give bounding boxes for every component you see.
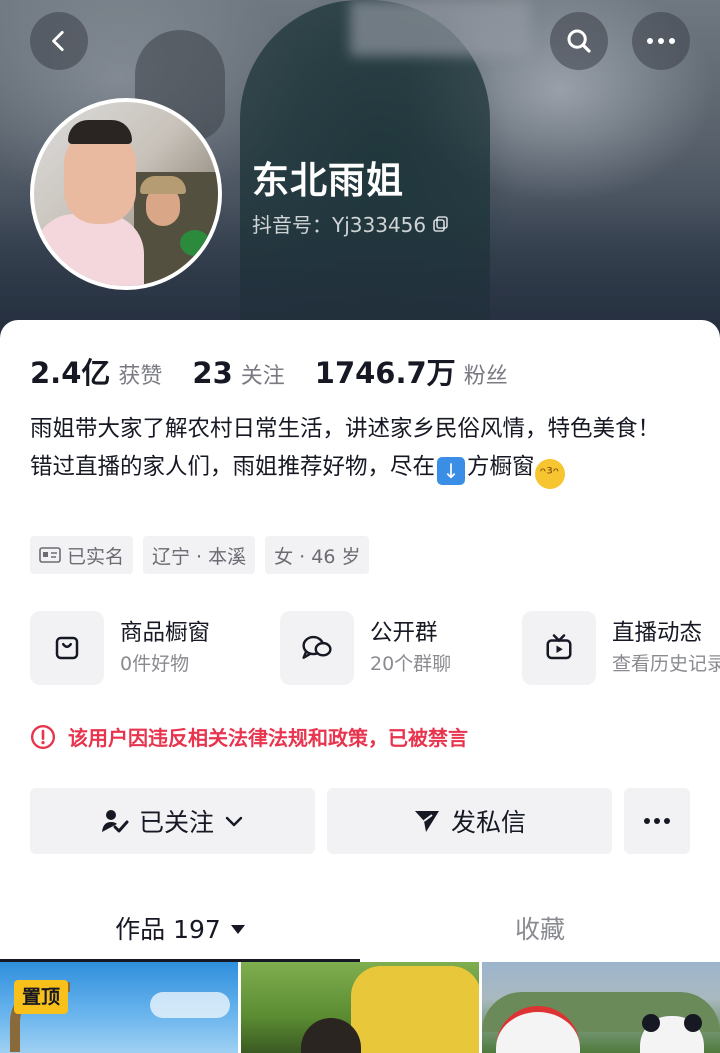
tab-favorites[interactable]: 收藏: [360, 896, 720, 960]
stat-following-label: 关注: [240, 364, 285, 389]
following-button[interactable]: 已关注: [30, 788, 315, 854]
stats-row: 2.4亿 获赞 23 关注 1746.7万 粉丝: [30, 350, 538, 392]
more-dots-icon: [647, 38, 675, 44]
shortcut-group-subtitle: 20个群聊: [370, 653, 452, 675]
shortcut-live-history[interactable]: 直播动态 查看历史记录: [522, 610, 720, 686]
stat-followers[interactable]: 1746.7万 粉丝: [315, 350, 508, 392]
send-message-label: 发私信: [450, 808, 526, 837]
shortcut-row: 商品橱窗 0件好物 公开群 20个群聊 直播动态 查看历史记录: [30, 610, 720, 686]
profile-tags: 已实名 辽宁 · 本溪 女 · 46 岁: [30, 536, 370, 574]
tag-location[interactable]: 辽宁 · 本溪: [143, 536, 256, 574]
tag-gender-age: 女 · 46 岁: [265, 536, 370, 574]
tab-works-label: 作品 197: [115, 915, 221, 944]
warning-circle-icon: [30, 724, 56, 749]
stat-likes-value: 2.4亿: [30, 356, 111, 390]
shopping-bag-icon: [55, 636, 79, 660]
profile-card: 2.4亿 获赞 23 关注 1746.7万 粉丝 雨姐带大家了解农村日常生活，讲…: [0, 320, 720, 1053]
following-button-label: 已关注: [138, 808, 214, 837]
tag-verified-label: 已实名: [67, 545, 125, 568]
pinned-badge: 置顶: [14, 980, 69, 1014]
shortcut-public-group[interactable]: 公开群 20个群聊: [280, 610, 451, 686]
stat-following-value: 23: [192, 356, 233, 390]
video-grid: 置顶: [0, 962, 720, 1053]
stat-following[interactable]: 23 关注: [192, 356, 284, 390]
tab-works[interactable]: 作品 197: [0, 896, 360, 962]
chevron-down-icon: [225, 816, 243, 827]
bio: 雨姐带大家了解农村日常生活，讲述家乡民俗风情，特色美食！ 错过直播的家人们，雨姐…: [30, 410, 690, 489]
more-actions-button[interactable]: [624, 788, 690, 854]
shortcut-live-title: 直播动态: [612, 620, 703, 646]
back-button[interactable]: [30, 12, 88, 70]
tag-location-label: 辽宁 · 本溪: [152, 545, 247, 568]
shortcut-shop-window[interactable]: 商品橱窗 0件好物: [30, 610, 210, 686]
action-buttons: 已关注 发私信: [30, 788, 690, 854]
send-message-button[interactable]: 发私信: [327, 788, 612, 854]
paper-plane-icon: [414, 811, 439, 832]
search-icon: [567, 29, 591, 53]
bio-line-2: 错过直播的家人们，雨姐推荐好物，尽在 ↓ 方橱窗 ᵔ³ᵔ: [30, 448, 690, 489]
caret-down-icon: [230, 924, 245, 934]
content-tabs: 作品 197 收藏: [0, 896, 720, 962]
video-thumbnail[interactable]: [482, 962, 720, 1053]
bio-line-1: 雨姐带大家了解农村日常生活，讲述家乡民俗风情，特色美食！: [30, 416, 661, 442]
nickname: 东北雨姐: [252, 159, 404, 202]
more-dots-icon: [644, 818, 670, 824]
tag-gender-age-label: 女 · 46 岁: [274, 545, 361, 568]
stat-likes: 2.4亿 获赞: [30, 350, 162, 392]
tag-verified[interactable]: 已实名: [30, 536, 134, 574]
down-arrow-emoji-icon: ↓: [437, 457, 466, 485]
stat-followers-label: 粉丝: [463, 364, 508, 389]
chevron-left-icon: [52, 30, 64, 52]
more-options-button[interactable]: [632, 12, 690, 70]
kiss-emoji-icon: ᵔ³ᵔ: [534, 459, 565, 489]
ban-warning-text: 该用户因违反相关法律法规和政策，已被禁言: [68, 726, 468, 750]
search-button[interactable]: [550, 12, 608, 70]
shortcut-shop-subtitle: 0件好物: [120, 653, 190, 675]
stat-likes-label: 获赞: [118, 364, 163, 389]
user-check-icon: [101, 810, 129, 833]
chat-bubbles-icon: [302, 635, 332, 659]
shortcut-group-title: 公开群: [370, 620, 438, 646]
avatar[interactable]: [30, 98, 222, 290]
douyin-id[interactable]: 抖音号：Yj333456: [252, 209, 450, 238]
tab-favorites-label: 收藏: [514, 915, 565, 944]
shortcut-live-subtitle: 查看历史记录: [612, 653, 720, 675]
banner-mosaic: [350, 0, 530, 56]
stat-followers-value: 1746.7万: [314, 356, 456, 390]
id-card-icon: [39, 547, 61, 563]
copy-icon[interactable]: [432, 215, 450, 233]
video-thumbnail[interactable]: [241, 962, 479, 1053]
douyin-id-text: 抖音号：Yj333456: [252, 213, 427, 237]
tv-icon: [546, 634, 572, 660]
shortcut-shop-title: 商品橱窗: [120, 620, 211, 646]
ban-warning: 该用户因违反相关法律法规和政策，已被禁言: [30, 722, 468, 751]
video-thumbnail[interactable]: 置顶: [0, 962, 238, 1053]
